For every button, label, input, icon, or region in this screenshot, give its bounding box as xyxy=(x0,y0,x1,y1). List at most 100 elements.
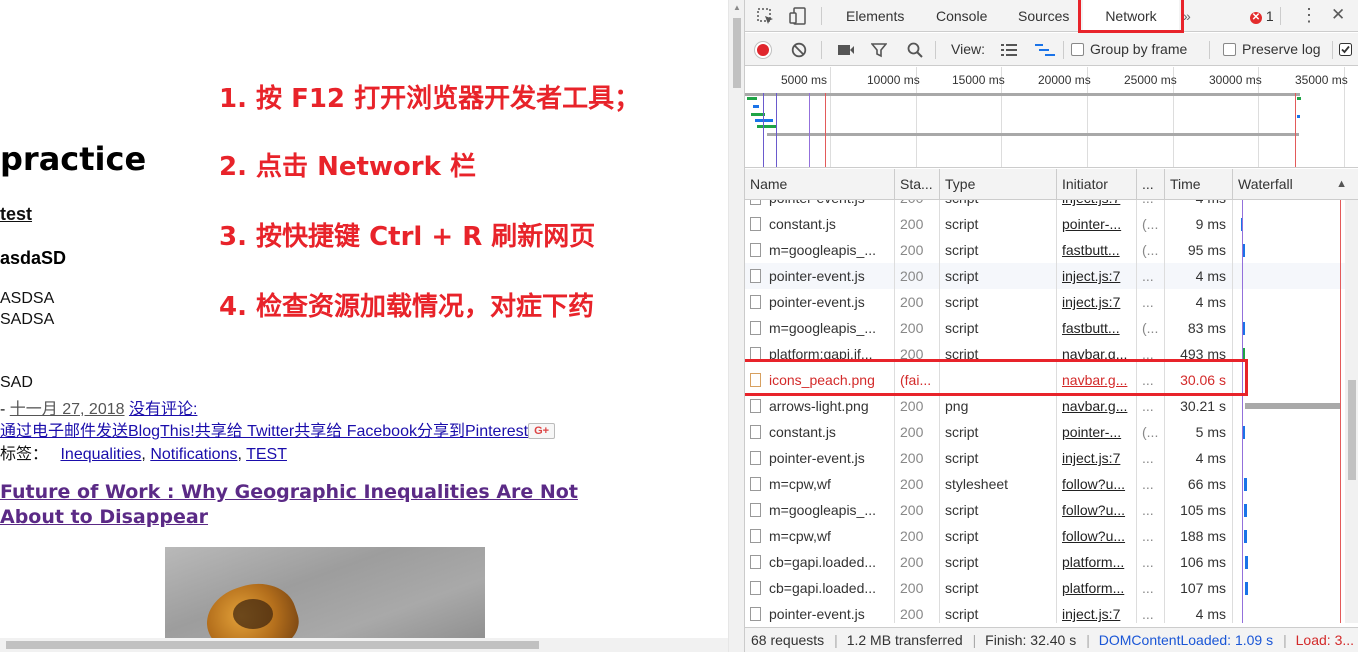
network-request-row[interactable]: pointer-event.js 200scriptinject.js:7...4… xyxy=(745,445,1345,471)
request-name-cell[interactable]: cb=gapi.loaded... xyxy=(745,549,895,575)
device-toolbar-icon[interactable] xyxy=(789,7,807,29)
request-name: pointer-event.js xyxy=(769,294,865,310)
request-name-cell[interactable]: constant.js xyxy=(745,419,895,445)
request-initiator-link[interactable]: navbar.g... xyxy=(1057,393,1137,419)
request-name-cell[interactable]: pointer-event.js xyxy=(745,263,895,289)
request-initiator-link[interactable]: platform... xyxy=(1057,575,1137,601)
tag-link[interactable]: Notifications xyxy=(150,446,237,463)
search-button[interactable] xyxy=(907,33,923,66)
network-request-row[interactable]: m=googleapis_... 200 script fastbutt... (...… xyxy=(745,315,1345,341)
inspect-element-icon[interactable] xyxy=(757,8,775,30)
request-time: 4 ms xyxy=(1165,263,1233,289)
request-name-cell[interactable]: m=googleapis_... xyxy=(745,315,895,341)
request-name-cell[interactable]: pointer-event.js xyxy=(745,200,895,211)
request-time: 188 ms xyxy=(1165,523,1233,549)
network-request-row[interactable]: pointer-event.js 200scriptinject.js:7...4… xyxy=(745,289,1345,315)
request-name-cell[interactable]: pointer-event.js xyxy=(745,289,895,315)
request-type: script xyxy=(940,523,1057,549)
request-name-cell[interactable]: arrows-light.png xyxy=(745,393,895,419)
request-name-cell[interactable]: m=googleapis_... xyxy=(745,237,895,263)
page-vertical-scrollbar[interactable]: ▲ xyxy=(728,0,744,652)
column-name[interactable]: Name xyxy=(745,169,895,200)
column-type[interactable]: Type xyxy=(940,169,1057,200)
scrollbar-thumb[interactable] xyxy=(733,18,741,88)
scroll-up-arrow-icon[interactable]: ▲ xyxy=(733,3,741,12)
request-status: 200 xyxy=(895,211,940,237)
request-initiator-link[interactable]: fastbutt... xyxy=(1057,315,1137,341)
network-request-row[interactable]: cb=gapi.loaded... 200 script platform......… xyxy=(745,575,1345,601)
request-name-cell[interactable]: m=cpw,wf xyxy=(745,471,895,497)
network-request-row[interactable]: constant.js 200 script pointer-... (... 5 ms xyxy=(745,419,1345,445)
network-request-row[interactable]: m=googleapis_... 200 script follow?u...... 1… xyxy=(745,497,1345,523)
request-size: (... xyxy=(1137,211,1165,237)
view-label: View: xyxy=(951,41,985,57)
disable-cache-checkbox[interactable] xyxy=(1339,33,1352,66)
tab-sources[interactable]: Sources xyxy=(1018,0,1069,32)
more-tabs-icon[interactable]: » xyxy=(1183,0,1191,32)
divider xyxy=(1209,41,1210,59)
tag-link[interactable]: Inequalities xyxy=(60,446,141,463)
large-rows-button[interactable] xyxy=(1001,33,1017,66)
request-status: 200 xyxy=(895,393,940,419)
column-waterfall[interactable]: Waterfall ▲ xyxy=(1233,169,1358,200)
scrollbar-thumb[interactable] xyxy=(1348,380,1356,480)
page-horizontal-scrollbar[interactable] xyxy=(0,638,728,652)
request-initiator-link[interactable]: follow?u... xyxy=(1057,523,1137,549)
error-counter[interactable]: ✕ 1 xyxy=(1250,0,1274,32)
request-initiator-link[interactable]: follow?u... xyxy=(1057,471,1137,497)
close-icon[interactable]: ✕ xyxy=(1331,6,1345,23)
column-size[interactable]: ... xyxy=(1137,169,1165,200)
tag-link[interactable]: TEST xyxy=(246,446,287,463)
request-initiator-link[interactable]: inject.js:7 xyxy=(1057,263,1137,289)
request-initiator-link[interactable]: pointer-... xyxy=(1057,419,1137,445)
request-initiator-link[interactable]: fastbutt... xyxy=(1057,237,1137,263)
tab-console[interactable]: Console xyxy=(936,0,987,32)
preserve-log-checkbox[interactable]: Preserve log xyxy=(1223,33,1321,66)
request-initiator-link[interactable]: inject.js:7 xyxy=(1057,601,1137,623)
network-request-row[interactable]: constant.js 200 script pointer-... (... 9 ms xyxy=(745,211,1345,237)
kebab-menu-icon[interactable]: ⋮ xyxy=(1300,6,1318,24)
request-name-cell[interactable]: m=cpw,wf xyxy=(745,523,895,549)
request-name-cell[interactable]: pointer-event.js xyxy=(745,601,895,623)
request-initiator-link[interactable]: pointer-... xyxy=(1057,211,1137,237)
network-request-row[interactable]: arrows-light.png 200 png navbar.g...... 30.2… xyxy=(745,393,1345,419)
network-request-row[interactable]: m=cpw,wf 200 stylesheet follow?u...... 66 ms xyxy=(745,471,1345,497)
screenshot-button[interactable] xyxy=(837,33,855,66)
network-request-row[interactable]: pointer-event.js 200scriptinject.js:7...4… xyxy=(745,601,1345,623)
network-request-row[interactable]: m=cpw,wf 200 script follow?u...... 188 ms xyxy=(745,523,1345,549)
network-request-row[interactable]: m=googleapis_... 200 script fastbutt... (...… xyxy=(745,237,1345,263)
test-link[interactable]: test xyxy=(0,204,32,225)
request-initiator-link[interactable]: follow?u... xyxy=(1057,497,1137,523)
scrollbar-thumb[interactable] xyxy=(6,641,539,649)
tab-elements[interactable]: Elements xyxy=(846,0,904,32)
record-button[interactable] xyxy=(755,33,771,66)
network-request-row[interactable]: pointer-event.js 200scriptinject.js:7...4… xyxy=(745,200,1345,211)
share-links[interactable]: 通过电子邮件发送BlogThis!共享给 Twitter共享给 Facebook… xyxy=(0,423,528,440)
request-name-cell[interactable]: pointer-event.js xyxy=(745,445,895,471)
column-initiator[interactable]: Initiator xyxy=(1057,169,1137,200)
column-status[interactable]: Sta... xyxy=(895,169,940,200)
request-initiator-link[interactable]: inject.js:7 xyxy=(1057,445,1137,471)
network-request-row[interactable]: pointer-event.js 200scriptinject.js:7...4… xyxy=(745,263,1345,289)
request-initiator-link[interactable]: inject.js:7 xyxy=(1057,200,1137,211)
column-time[interactable]: Time xyxy=(1165,169,1233,200)
group-by-frame-checkbox[interactable]: Group by frame xyxy=(1071,33,1187,66)
request-name-cell[interactable]: constant.js xyxy=(745,211,895,237)
post-title-link[interactable]: Future of Work : Why Geographic Inequali… xyxy=(0,480,640,530)
clear-button[interactable] xyxy=(791,33,807,66)
waterfall-bar xyxy=(1244,478,1247,491)
network-request-row[interactable]: cb=gapi.loaded... 200 script platform......… xyxy=(745,549,1345,575)
filter-button[interactable] xyxy=(870,33,888,66)
date-link[interactable]: 十一月 27, 2018 xyxy=(10,401,125,418)
google-plus-share-button[interactable]: G+ xyxy=(528,423,556,439)
request-initiator-link[interactable]: platform... xyxy=(1057,549,1137,575)
comments-link[interactable]: 没有评论: xyxy=(129,401,197,418)
network-overview-timeline[interactable]: 5000 ms 10000 ms 15000 ms 20000 ms 25000 ms 3… xyxy=(745,67,1358,168)
post-thumbnail-image[interactable] xyxy=(165,547,485,642)
request-name-cell[interactable]: cb=gapi.loaded... xyxy=(745,575,895,601)
request-list-scrollbar[interactable] xyxy=(1345,200,1358,623)
request-name-cell[interactable]: m=googleapis_... xyxy=(745,497,895,523)
overview-toggle-button[interactable] xyxy=(1035,33,1055,66)
request-initiator-link[interactable]: inject.js:7 xyxy=(1057,289,1137,315)
waterfall-bar xyxy=(1245,582,1248,595)
